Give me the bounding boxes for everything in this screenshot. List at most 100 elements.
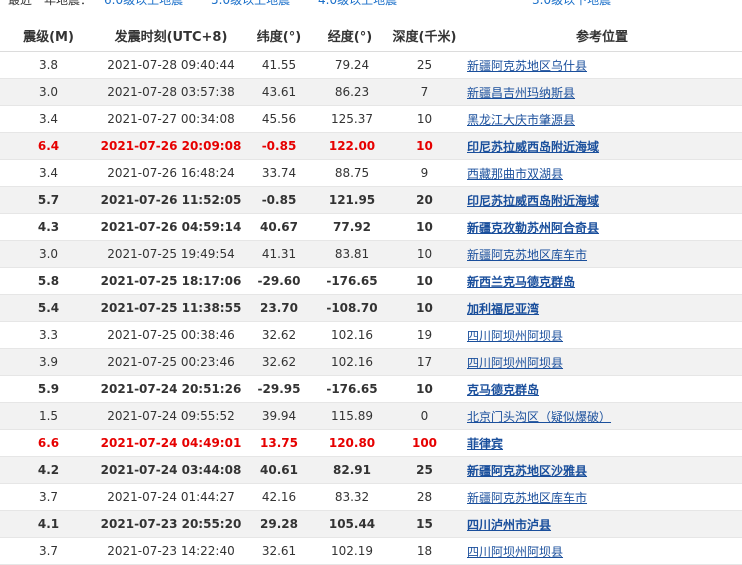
table-row: 3.3 2021-07-25 00:38:46 32.62 102.16 19 四川阿坝州… [0, 321, 742, 349]
time-cell: 2021-07-26 11:52:05 [97, 186, 245, 214]
latitude-cell: -29.95 [245, 375, 313, 403]
magnitude-cell: 1.5 [0, 402, 97, 430]
location-link[interactable]: 四川阿坝州阿坝县 [467, 329, 563, 343]
time-cell: 2021-07-25 18:17:06 [97, 267, 245, 295]
magnitude-cell: 3.9 [0, 348, 97, 376]
longitude-cell: 102.16 [313, 321, 387, 349]
filter-3below-link[interactable]: 3.0级以下地震 [532, 0, 611, 8]
location-link[interactable]: 四川阿坝州阿坝县 [467, 545, 563, 559]
depth-cell: 10 [387, 294, 462, 322]
depth-cell: 100 [387, 429, 462, 457]
table-row: 6.4 2021-07-26 20:09:08 -0.85 122.00 10 印尼苏拉威… [0, 132, 742, 160]
header-latitude: 纬度(°) [245, 20, 313, 52]
location-link[interactable]: 菲律宾 [467, 437, 503, 451]
time-cell: 2021-07-24 20:51:26 [97, 375, 245, 403]
table-row: 3.7 2021-07-24 01:44:27 42.16 83.32 28 新疆阿克苏地… [0, 483, 742, 511]
header-magnitude: 震级(M) [0, 20, 97, 52]
location-link[interactable]: 北京门头沟区（疑似爆破） [467, 410, 611, 424]
latitude-cell: 32.62 [245, 348, 313, 376]
filter-5plus-link[interactable]: 5.0级以上地震 [211, 0, 290, 8]
location-link[interactable]: 印尼苏拉威西岛附近海域 [467, 194, 599, 208]
latitude-cell: 32.61 [245, 537, 313, 565]
location-cell: 印尼苏拉威西岛附近海域 [462, 132, 742, 160]
location-cell: 西藏那曲市双湖县 [462, 159, 742, 187]
magnitude-cell: 6.6 [0, 429, 97, 457]
location-link[interactable]: 四川阿坝州阿坝县 [467, 356, 563, 370]
location-link[interactable]: 新疆克孜勒苏州阿合奇县 [467, 221, 599, 235]
longitude-cell: 83.81 [313, 240, 387, 268]
table-row: 5.8 2021-07-25 18:17:06 -29.60 -176.65 10 新西兰… [0, 267, 742, 295]
table-row: 5.9 2021-07-24 20:51:26 -29.95 -176.65 10 克马德… [0, 375, 742, 403]
time-cell: 2021-07-26 16:48:24 [97, 159, 245, 187]
location-cell: 新疆阿克苏地区库车市 [462, 240, 742, 268]
time-cell: 2021-07-27 00:34:08 [97, 105, 245, 133]
table-row: 4.2 2021-07-24 03:44:08 40.61 82.91 25 新疆阿克苏地… [0, 456, 742, 484]
longitude-cell: 102.16 [313, 348, 387, 376]
header-longitude: 经度(°) [313, 20, 387, 52]
location-link[interactable]: 印尼苏拉威西岛附近海域 [467, 140, 599, 154]
location-link[interactable]: 四川泸州市泸县 [467, 518, 551, 532]
location-cell: 新疆昌吉州玛纳斯县 [462, 78, 742, 106]
time-cell: 2021-07-28 09:40:44 [97, 51, 245, 79]
longitude-cell: 88.75 [313, 159, 387, 187]
longitude-cell: -176.65 [313, 267, 387, 295]
time-cell: 2021-07-23 14:22:40 [97, 537, 245, 565]
depth-cell: 10 [387, 105, 462, 133]
earthquake-table: 震级(M) 发震时刻(UTC+8) 纬度(°) 经度(°) 深度(千米) 参考位… [0, 20, 742, 565]
location-cell: 新疆阿克苏地区乌什县 [462, 51, 742, 79]
latitude-cell: 45.56 [245, 105, 313, 133]
time-cell: 2021-07-23 20:55:20 [97, 510, 245, 538]
location-link[interactable]: 新疆阿克苏地区沙雅县 [467, 464, 587, 478]
depth-cell: 15 [387, 510, 462, 538]
latitude-cell: -0.85 [245, 132, 313, 160]
location-link[interactable]: 新疆昌吉州玛纳斯县 [467, 86, 575, 100]
magnitude-cell: 6.4 [0, 132, 97, 160]
magnitude-cell: 5.4 [0, 294, 97, 322]
location-link[interactable]: 新疆阿克苏地区乌什县 [467, 59, 587, 73]
location-link[interactable]: 西藏那曲市双湖县 [467, 167, 563, 181]
location-cell: 克马德克群岛 [462, 375, 742, 403]
time-cell: 2021-07-25 00:23:46 [97, 348, 245, 376]
latitude-cell: -0.85 [245, 186, 313, 214]
table-row: 3.4 2021-07-27 00:34:08 45.56 125.37 10 黑龙江大庆… [0, 105, 742, 133]
location-link[interactable]: 新疆阿克苏地区库车市 [467, 491, 587, 505]
filter-label: 最近一年地震： [8, 0, 93, 7]
magnitude-filter-bar: 最近一年地震： 6.0级以上地震 5.0级以上地震 4.0级以上地震 3.0级以… [0, 0, 742, 8]
magnitude-cell: 3.7 [0, 537, 97, 565]
latitude-cell: 29.28 [245, 510, 313, 538]
magnitude-cell: 3.0 [0, 240, 97, 268]
longitude-cell: 121.95 [313, 186, 387, 214]
longitude-cell: 115.89 [313, 402, 387, 430]
location-link[interactable]: 黑龙江大庆市肇源县 [467, 113, 575, 127]
latitude-cell: 40.61 [245, 456, 313, 484]
magnitude-cell: 3.0 [0, 78, 97, 106]
location-cell: 印尼苏拉威西岛附近海域 [462, 186, 742, 214]
magnitude-cell: 5.8 [0, 267, 97, 295]
filter-4plus-link[interactable]: 4.0级以上地震 [318, 0, 397, 8]
magnitude-cell: 3.4 [0, 159, 97, 187]
filter-6plus-link[interactable]: 6.0级以上地震 [104, 0, 183, 8]
magnitude-cell: 3.7 [0, 483, 97, 511]
time-cell: 2021-07-26 20:09:08 [97, 132, 245, 160]
magnitude-cell: 3.3 [0, 321, 97, 349]
magnitude-cell: 4.3 [0, 213, 97, 241]
location-cell: 四川阿坝州阿坝县 [462, 348, 742, 376]
time-cell: 2021-07-24 09:55:52 [97, 402, 245, 430]
table-row: 6.6 2021-07-24 04:49:01 13.75 120.80 100 菲律宾 [0, 429, 742, 457]
longitude-cell: 82.91 [313, 456, 387, 484]
location-link[interactable]: 克马德克群岛 [467, 383, 539, 397]
latitude-cell: 39.94 [245, 402, 313, 430]
magnitude-cell: 4.1 [0, 510, 97, 538]
location-link[interactable]: 加利福尼亚湾 [467, 302, 539, 316]
longitude-cell: -176.65 [313, 375, 387, 403]
longitude-cell: -108.70 [313, 294, 387, 322]
table-row: 3.0 2021-07-25 19:49:54 41.31 83.81 10 新疆阿克苏地… [0, 240, 742, 268]
latitude-cell: 41.55 [245, 51, 313, 79]
time-cell: 2021-07-24 04:49:01 [97, 429, 245, 457]
location-link[interactable]: 新西兰克马德克群岛 [467, 275, 575, 289]
location-cell: 加利福尼亚湾 [462, 294, 742, 322]
location-link[interactable]: 新疆阿克苏地区库车市 [467, 248, 587, 262]
table-header-row: 震级(M) 发震时刻(UTC+8) 纬度(°) 经度(°) 深度(千米) 参考位… [0, 20, 742, 52]
header-location: 参考位置 [462, 20, 742, 52]
location-cell: 新西兰克马德克群岛 [462, 267, 742, 295]
